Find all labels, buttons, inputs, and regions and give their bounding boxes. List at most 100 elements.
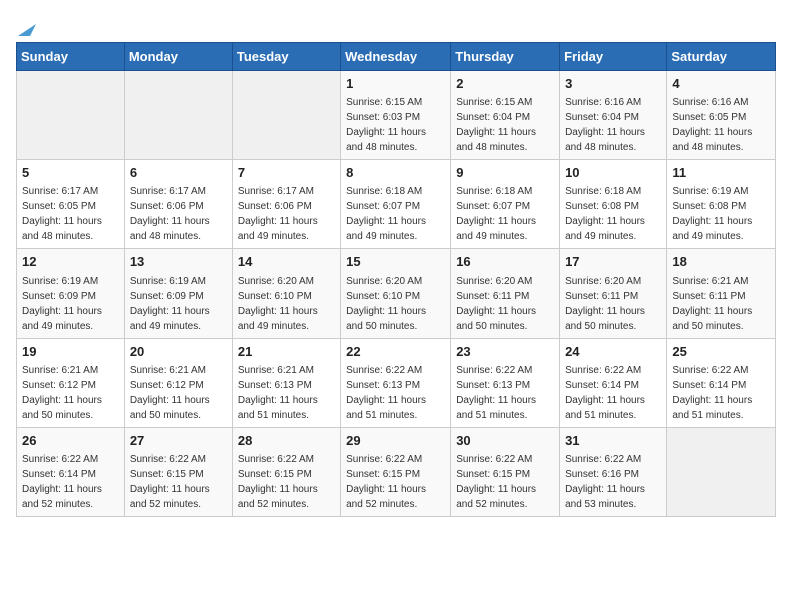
calendar-cell: 31 Sunrise: 6:22 AMSunset: 6:16 PMDayligh…: [560, 427, 667, 516]
day-number: 13: [130, 253, 227, 271]
calendar-cell: [232, 71, 340, 160]
day-number: 12: [22, 253, 119, 271]
day-number: 28: [238, 432, 335, 450]
day-number: 17: [565, 253, 661, 271]
calendar-cell: 2 Sunrise: 6:15 AMSunset: 6:04 PMDaylight…: [451, 71, 560, 160]
day-info: Sunrise: 6:19 AMSunset: 6:09 PMDaylight:…: [22, 274, 119, 334]
day-number: 19: [22, 343, 119, 361]
logo-bird-icon: [18, 16, 36, 36]
calendar-cell: 26 Sunrise: 6:22 AMSunset: 6:14 PMDayligh…: [17, 427, 125, 516]
day-number: 1: [346, 75, 445, 93]
calendar-cell: 25 Sunrise: 6:22 AMSunset: 6:14 PMDayligh…: [667, 338, 776, 427]
day-info: Sunrise: 6:22 AMSunset: 6:14 PMDaylight:…: [565, 363, 661, 423]
day-info: Sunrise: 6:22 AMSunset: 6:14 PMDaylight:…: [22, 452, 119, 512]
calendar-cell: 17Sunrise: 6:20 AMSunset: 6:11 PMDayligh…: [560, 249, 667, 338]
weekday-header: Monday: [124, 43, 232, 71]
calendar-cell: 20 Sunrise: 6:21 AMSunset: 6:12 PMDayligh…: [124, 338, 232, 427]
calendar-cell: [17, 71, 125, 160]
day-number: 8: [346, 164, 445, 182]
day-info: Sunrise: 6:22 AMSunset: 6:15 PMDaylight:…: [346, 452, 445, 512]
calendar-cell: 29 Sunrise: 6:22 AMSunset: 6:15 PMDayligh…: [341, 427, 451, 516]
calendar-week-row: 5 Sunrise: 6:17 AMSunset: 6:05 PMDaylight…: [17, 160, 776, 249]
calendar-cell: 4Sunrise: 6:16 AMSunset: 6:05 PMDaylight…: [667, 71, 776, 160]
day-info: Sunrise: 6:18 AMSunset: 6:07 PMDaylight:…: [456, 184, 554, 244]
day-info: Sunrise: 6:21 AMSunset: 6:12 PMDaylight:…: [22, 363, 119, 423]
day-info: Sunrise: 6:21 AMSunset: 6:13 PMDaylight:…: [238, 363, 335, 423]
day-info: Sunrise: 6:20 AMSunset: 6:10 PMDaylight:…: [238, 274, 335, 334]
calendar-week-row: 26 Sunrise: 6:22 AMSunset: 6:14 PMDayligh…: [17, 427, 776, 516]
day-info: Sunrise: 6:22 AMSunset: 6:15 PMDaylight:…: [238, 452, 335, 512]
day-info: Sunrise: 6:15 AMSunset: 6:03 PMDaylight:…: [346, 95, 445, 155]
day-info: Sunrise: 6:22 AMSunset: 6:13 PMDaylight:…: [346, 363, 445, 423]
day-number: 18: [672, 253, 770, 271]
calendar-cell: 9 Sunrise: 6:18 AMSunset: 6:07 PMDaylight…: [451, 160, 560, 249]
calendar-cell: 10 Sunrise: 6:18 AMSunset: 6:08 PMDayligh…: [560, 160, 667, 249]
day-number: 27: [130, 432, 227, 450]
weekday-header: Thursday: [451, 43, 560, 71]
calendar-cell: 5 Sunrise: 6:17 AMSunset: 6:05 PMDaylight…: [17, 160, 125, 249]
calendar-week-row: 19 Sunrise: 6:21 AMSunset: 6:12 PMDayligh…: [17, 338, 776, 427]
calendar-cell: [667, 427, 776, 516]
logo: [16, 16, 36, 30]
day-number: 29: [346, 432, 445, 450]
day-info: Sunrise: 6:19 AMSunset: 6:09 PMDaylight:…: [130, 274, 227, 334]
calendar-cell: 28 Sunrise: 6:22 AMSunset: 6:15 PMDayligh…: [232, 427, 340, 516]
day-info: Sunrise: 6:17 AMSunset: 6:05 PMDaylight:…: [22, 184, 119, 244]
calendar-cell: 27Sunrise: 6:22 AMSunset: 6:15 PMDayligh…: [124, 427, 232, 516]
day-info: Sunrise: 6:16 AMSunset: 6:05 PMDaylight:…: [672, 95, 770, 155]
day-number: 5: [22, 164, 119, 182]
calendar-cell: 18 Sunrise: 6:21 AMSunset: 6:11 PMDayligh…: [667, 249, 776, 338]
day-number: 26: [22, 432, 119, 450]
calendar-cell: [124, 71, 232, 160]
calendar-cell: 22Sunrise: 6:22 AMSunset: 6:13 PMDayligh…: [341, 338, 451, 427]
day-number: 10: [565, 164, 661, 182]
calendar-cell: 24Sunrise: 6:22 AMSunset: 6:14 PMDayligh…: [560, 338, 667, 427]
calendar-cell: 23Sunrise: 6:22 AMSunset: 6:13 PMDayligh…: [451, 338, 560, 427]
calendar-cell: 15 Sunrise: 6:20 AMSunset: 6:10 PMDayligh…: [341, 249, 451, 338]
calendar-cell: 16 Sunrise: 6:20 AMSunset: 6:11 PMDayligh…: [451, 249, 560, 338]
calendar-week-row: 1 Sunrise: 6:15 AMSunset: 6:03 PMDaylight…: [17, 71, 776, 160]
day-info: Sunrise: 6:21 AMSunset: 6:12 PMDaylight:…: [130, 363, 227, 423]
day-number: 14: [238, 253, 335, 271]
weekday-header: Tuesday: [232, 43, 340, 71]
calendar-cell: 3Sunrise: 6:16 AMSunset: 6:04 PMDaylight…: [560, 71, 667, 160]
day-number: 3: [565, 75, 661, 93]
calendar-cell: 1 Sunrise: 6:15 AMSunset: 6:03 PMDaylight…: [341, 71, 451, 160]
calendar-cell: 6Sunrise: 6:17 AMSunset: 6:06 PMDaylight…: [124, 160, 232, 249]
calendar-table: SundayMondayTuesdayWednesdayThursdayFrid…: [16, 42, 776, 517]
day-number: 23: [456, 343, 554, 361]
day-info: Sunrise: 6:17 AMSunset: 6:06 PMDaylight:…: [130, 184, 227, 244]
day-info: Sunrise: 6:15 AMSunset: 6:04 PMDaylight:…: [456, 95, 554, 155]
day-number: 2: [456, 75, 554, 93]
calendar-cell: 30 Sunrise: 6:22 AMSunset: 6:15 PMDayligh…: [451, 427, 560, 516]
day-number: 20: [130, 343, 227, 361]
calendar-week-row: 12 Sunrise: 6:19 AMSunset: 6:09 PMDayligh…: [17, 249, 776, 338]
calendar-cell: 19 Sunrise: 6:21 AMSunset: 6:12 PMDayligh…: [17, 338, 125, 427]
calendar-cell: 11 Sunrise: 6:19 AMSunset: 6:08 PMDayligh…: [667, 160, 776, 249]
calendar-cell: 13 Sunrise: 6:19 AMSunset: 6:09 PMDayligh…: [124, 249, 232, 338]
calendar-cell: 8 Sunrise: 6:18 AMSunset: 6:07 PMDaylight…: [341, 160, 451, 249]
day-info: Sunrise: 6:22 AMSunset: 6:14 PMDaylight:…: [672, 363, 770, 423]
day-number: 21: [238, 343, 335, 361]
day-number: 30: [456, 432, 554, 450]
day-info: Sunrise: 6:18 AMSunset: 6:07 PMDaylight:…: [346, 184, 445, 244]
day-info: Sunrise: 6:22 AMSunset: 6:16 PMDaylight:…: [565, 452, 661, 512]
day-number: 15: [346, 253, 445, 271]
day-number: 9: [456, 164, 554, 182]
weekday-header: Wednesday: [341, 43, 451, 71]
day-info: Sunrise: 6:22 AMSunset: 6:15 PMDaylight:…: [456, 452, 554, 512]
calendar-cell: 12 Sunrise: 6:19 AMSunset: 6:09 PMDayligh…: [17, 249, 125, 338]
day-number: 31: [565, 432, 661, 450]
day-info: Sunrise: 6:18 AMSunset: 6:08 PMDaylight:…: [565, 184, 661, 244]
day-info: Sunrise: 6:21 AMSunset: 6:11 PMDaylight:…: [672, 274, 770, 334]
weekday-header: Saturday: [667, 43, 776, 71]
day-info: Sunrise: 6:17 AMSunset: 6:06 PMDaylight:…: [238, 184, 335, 244]
day-number: 7: [238, 164, 335, 182]
day-number: 11: [672, 164, 770, 182]
weekday-header: Friday: [560, 43, 667, 71]
day-number: 25: [672, 343, 770, 361]
day-info: Sunrise: 6:20 AMSunset: 6:11 PMDaylight:…: [456, 274, 554, 334]
day-number: 16: [456, 253, 554, 271]
day-info: Sunrise: 6:20 AMSunset: 6:10 PMDaylight:…: [346, 274, 445, 334]
day-info: Sunrise: 6:19 AMSunset: 6:08 PMDaylight:…: [672, 184, 770, 244]
